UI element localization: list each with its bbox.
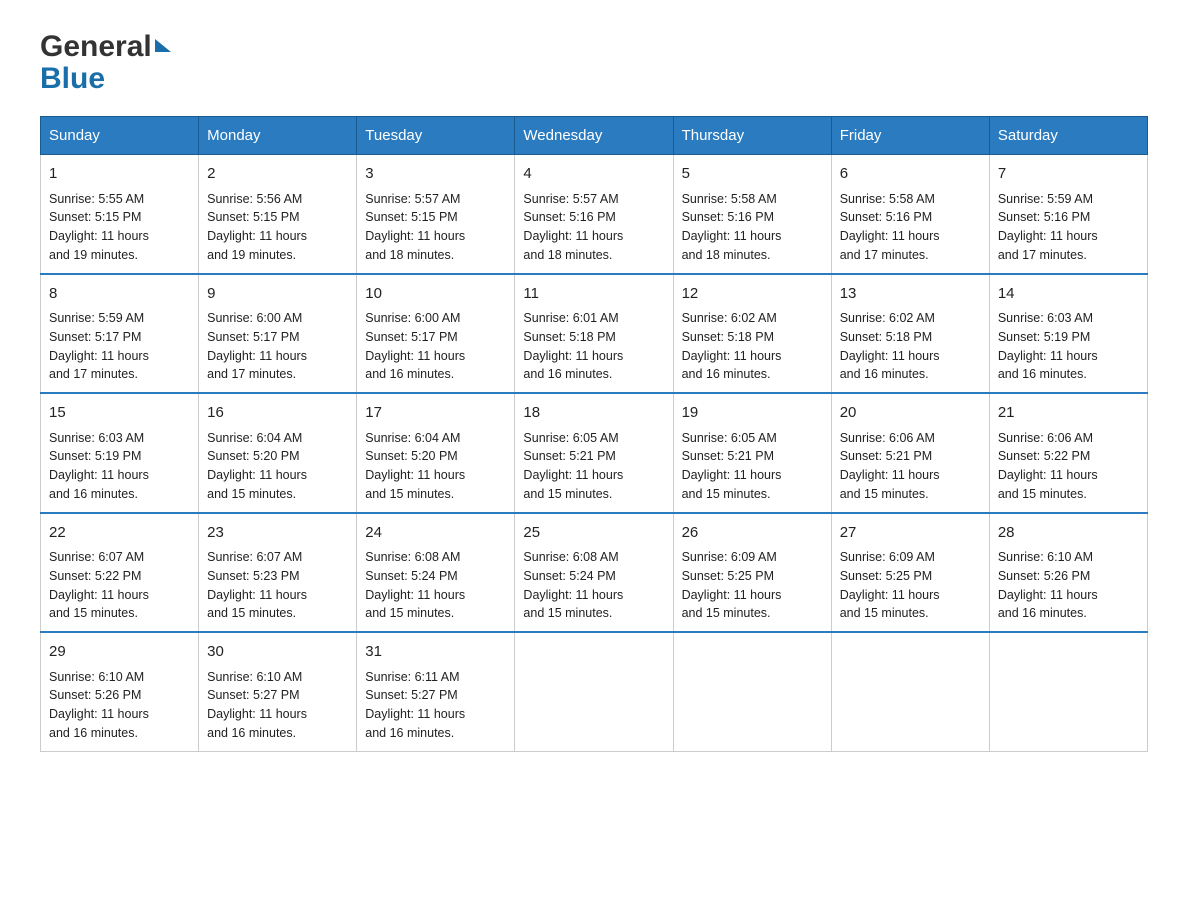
day-number: 28 [998, 522, 1139, 545]
day-number: 10 [365, 283, 506, 306]
day-number: 18 [523, 402, 664, 425]
calendar-header-row: SundayMondayTuesdayWednesdayThursdayFrid… [41, 117, 1148, 155]
logo-general-text: General [40, 30, 152, 64]
calendar-cell: 31Sunrise: 6:11 AMSunset: 5:27 PMDayligh… [357, 632, 515, 751]
calendar-week-4: 22Sunrise: 6:07 AMSunset: 5:22 PMDayligh… [41, 513, 1148, 633]
calendar-cell: 24Sunrise: 6:08 AMSunset: 5:24 PMDayligh… [357, 513, 515, 633]
day-number: 1 [49, 163, 190, 186]
day-number: 20 [840, 402, 981, 425]
calendar-cell [989, 632, 1147, 751]
day-number: 4 [523, 163, 664, 186]
day-number: 6 [840, 163, 981, 186]
calendar-cell: 3Sunrise: 5:57 AMSunset: 5:15 PMDaylight… [357, 155, 515, 274]
calendar-cell: 13Sunrise: 6:02 AMSunset: 5:18 PMDayligh… [831, 274, 989, 394]
calendar-cell: 16Sunrise: 6:04 AMSunset: 5:20 PMDayligh… [199, 393, 357, 513]
calendar-cell: 5Sunrise: 5:58 AMSunset: 5:16 PMDaylight… [673, 155, 831, 274]
calendar-week-2: 8Sunrise: 5:59 AMSunset: 5:17 PMDaylight… [41, 274, 1148, 394]
day-number: 12 [682, 283, 823, 306]
header-thursday: Thursday [673, 117, 831, 155]
logo-triangle-icon [155, 39, 171, 52]
calendar-cell: 22Sunrise: 6:07 AMSunset: 5:22 PMDayligh… [41, 513, 199, 633]
day-number: 21 [998, 402, 1139, 425]
day-number: 17 [365, 402, 506, 425]
day-number: 3 [365, 163, 506, 186]
calendar-cell: 23Sunrise: 6:07 AMSunset: 5:23 PMDayligh… [199, 513, 357, 633]
day-number: 22 [49, 522, 190, 545]
calendar-cell: 6Sunrise: 5:58 AMSunset: 5:16 PMDaylight… [831, 155, 989, 274]
calendar-cell: 12Sunrise: 6:02 AMSunset: 5:18 PMDayligh… [673, 274, 831, 394]
day-number: 16 [207, 402, 348, 425]
calendar-cell: 2Sunrise: 5:56 AMSunset: 5:15 PMDaylight… [199, 155, 357, 274]
day-number: 26 [682, 522, 823, 545]
calendar-cell: 4Sunrise: 5:57 AMSunset: 5:16 PMDaylight… [515, 155, 673, 274]
calendar-cell [515, 632, 673, 751]
day-number: 2 [207, 163, 348, 186]
calendar-cell: 30Sunrise: 6:10 AMSunset: 5:27 PMDayligh… [199, 632, 357, 751]
calendar-cell: 8Sunrise: 5:59 AMSunset: 5:17 PMDaylight… [41, 274, 199, 394]
day-number: 14 [998, 283, 1139, 306]
day-number: 24 [365, 522, 506, 545]
calendar-cell: 17Sunrise: 6:04 AMSunset: 5:20 PMDayligh… [357, 393, 515, 513]
calendar-cell: 21Sunrise: 6:06 AMSunset: 5:22 PMDayligh… [989, 393, 1147, 513]
calendar-cell: 25Sunrise: 6:08 AMSunset: 5:24 PMDayligh… [515, 513, 673, 633]
calendar-cell: 10Sunrise: 6:00 AMSunset: 5:17 PMDayligh… [357, 274, 515, 394]
calendar-week-3: 15Sunrise: 6:03 AMSunset: 5:19 PMDayligh… [41, 393, 1148, 513]
calendar-table: SundayMondayTuesdayWednesdayThursdayFrid… [40, 116, 1148, 752]
day-number: 5 [682, 163, 823, 186]
calendar-cell [831, 632, 989, 751]
day-number: 15 [49, 402, 190, 425]
calendar-week-5: 29Sunrise: 6:10 AMSunset: 5:26 PMDayligh… [41, 632, 1148, 751]
calendar-cell: 14Sunrise: 6:03 AMSunset: 5:19 PMDayligh… [989, 274, 1147, 394]
day-number: 31 [365, 641, 506, 664]
header-wednesday: Wednesday [515, 117, 673, 155]
day-number: 30 [207, 641, 348, 664]
header-monday: Monday [199, 117, 357, 155]
calendar-cell: 11Sunrise: 6:01 AMSunset: 5:18 PMDayligh… [515, 274, 673, 394]
header-sunday: Sunday [41, 117, 199, 155]
page-header: General Blue [40, 30, 1148, 96]
calendar-cell: 27Sunrise: 6:09 AMSunset: 5:25 PMDayligh… [831, 513, 989, 633]
calendar-cell: 29Sunrise: 6:10 AMSunset: 5:26 PMDayligh… [41, 632, 199, 751]
calendar-cell: 9Sunrise: 6:00 AMSunset: 5:17 PMDaylight… [199, 274, 357, 394]
day-number: 7 [998, 163, 1139, 186]
logo-line1: General [40, 30, 171, 64]
header-saturday: Saturday [989, 117, 1147, 155]
calendar-cell: 1Sunrise: 5:55 AMSunset: 5:15 PMDaylight… [41, 155, 199, 274]
calendar-body: 1Sunrise: 5:55 AMSunset: 5:15 PMDaylight… [41, 155, 1148, 752]
calendar-cell: 20Sunrise: 6:06 AMSunset: 5:21 PMDayligh… [831, 393, 989, 513]
day-number: 8 [49, 283, 190, 306]
calendar-cell: 15Sunrise: 6:03 AMSunset: 5:19 PMDayligh… [41, 393, 199, 513]
header-friday: Friday [831, 117, 989, 155]
day-number: 13 [840, 283, 981, 306]
calendar-cell: 26Sunrise: 6:09 AMSunset: 5:25 PMDayligh… [673, 513, 831, 633]
day-number: 27 [840, 522, 981, 545]
calendar-cell: 7Sunrise: 5:59 AMSunset: 5:16 PMDaylight… [989, 155, 1147, 274]
day-number: 29 [49, 641, 190, 664]
day-number: 9 [207, 283, 348, 306]
calendar-cell: 19Sunrise: 6:05 AMSunset: 5:21 PMDayligh… [673, 393, 831, 513]
calendar-week-1: 1Sunrise: 5:55 AMSunset: 5:15 PMDaylight… [41, 155, 1148, 274]
logo-blue-text: Blue [40, 62, 105, 96]
calendar-cell: 28Sunrise: 6:10 AMSunset: 5:26 PMDayligh… [989, 513, 1147, 633]
calendar-cell: 18Sunrise: 6:05 AMSunset: 5:21 PMDayligh… [515, 393, 673, 513]
calendar-cell [673, 632, 831, 751]
header-tuesday: Tuesday [357, 117, 515, 155]
day-number: 25 [523, 522, 664, 545]
logo: General Blue [40, 30, 171, 96]
day-number: 19 [682, 402, 823, 425]
day-number: 23 [207, 522, 348, 545]
day-number: 11 [523, 283, 664, 306]
